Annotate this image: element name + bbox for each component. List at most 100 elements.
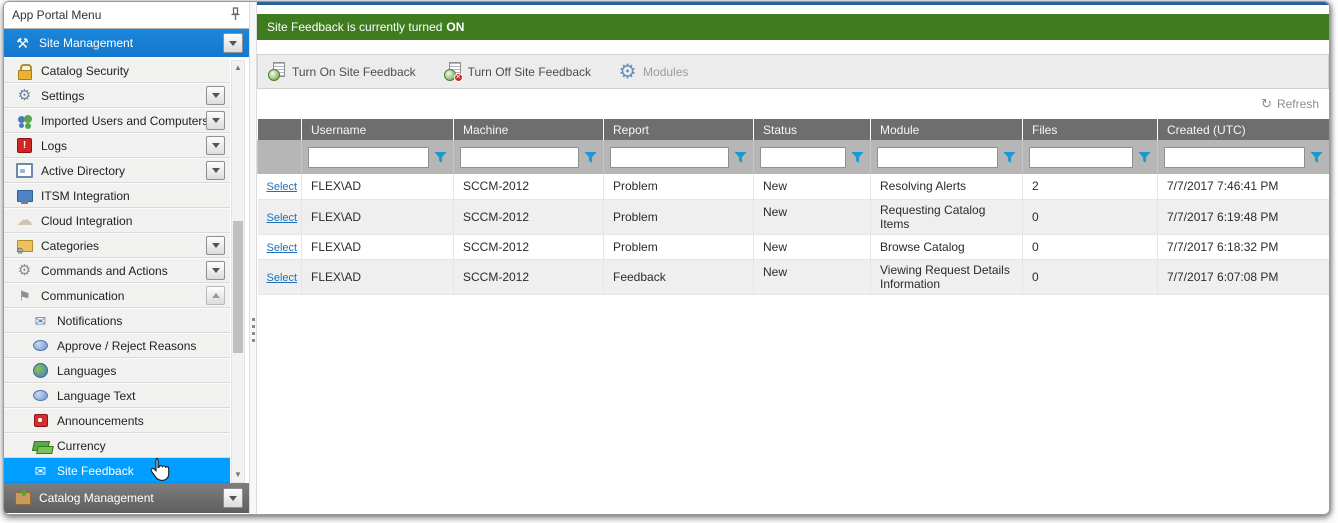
modules-gear-icon [619, 64, 636, 80]
module-filter-input[interactable] [877, 147, 998, 168]
filter-icon[interactable] [1138, 151, 1151, 164]
sidebar-item-imported-users-computers[interactable]: Imported Users and Computers [4, 108, 230, 133]
sidebar-item-language-text[interactable]: Language Text [4, 383, 230, 408]
cell-status: New [754, 174, 871, 199]
pin-icon[interactable] [230, 7, 241, 24]
logs-expand-button[interactable] [206, 136, 225, 155]
gear-icon [16, 263, 33, 279]
cell-report: Problem [604, 234, 754, 259]
settings-expand-button[interactable] [206, 86, 225, 105]
cell-report: Problem [604, 199, 754, 234]
column-header-status[interactable]: Status [754, 119, 871, 140]
sidebar-item-approve-reject-reasons[interactable]: Approve / Reject Reasons [4, 333, 230, 358]
splitter-grip[interactable] [252, 318, 255, 344]
report-filter-input[interactable] [610, 147, 729, 168]
cell-module: Browse Catalog [871, 234, 1023, 259]
username-filter-input[interactable] [308, 147, 429, 168]
refresh-link[interactable]: Refresh [1277, 97, 1319, 111]
sidebar-item-communication[interactable]: Communication [4, 283, 230, 308]
filter-row [258, 140, 1330, 174]
feedback-table: Username Machine Report Status Module Fi… [257, 119, 1329, 295]
alarm-icon [32, 413, 49, 429]
column-header-username[interactable]: Username [302, 119, 454, 140]
communication-collapse-button[interactable] [206, 286, 225, 305]
cell-report: Feedback [604, 259, 754, 294]
modules-button[interactable]: Modules [619, 64, 688, 80]
machine-filter-input[interactable] [460, 147, 579, 168]
site-management-collapse-button[interactable] [223, 33, 243, 53]
status-banner: Site Feedback is currently turned ON [257, 14, 1329, 40]
status-filter-input[interactable] [760, 147, 846, 168]
lock-icon [16, 63, 33, 79]
filter-icon[interactable] [851, 151, 864, 164]
cell-report: Problem [604, 174, 754, 199]
filter-icon[interactable] [584, 151, 597, 164]
cell-username: FLEX\AD [302, 259, 454, 294]
sidebar-item-currency[interactable]: Currency [4, 433, 230, 458]
table-row: Select FLEX\AD SCCM-2012 Problem New Res… [258, 174, 1330, 199]
filter-icon[interactable] [1310, 151, 1323, 164]
column-header-module[interactable]: Module [871, 119, 1023, 140]
sidebar-item-active-directory[interactable]: Active Directory [4, 158, 230, 183]
table-row: Select FLEX\AD SCCM-2012 Feedback New Vi… [258, 259, 1330, 294]
envelope-icon [32, 463, 49, 479]
active-directory-expand-button[interactable] [206, 161, 225, 180]
column-header-report[interactable]: Report [604, 119, 754, 140]
gear-icon [16, 88, 33, 104]
sidebar-group-catalog-management[interactable]: Catalog Management [4, 483, 249, 513]
select-link[interactable]: Select [267, 242, 298, 254]
cell-files: 0 [1023, 259, 1158, 294]
refresh-row: ↻ Refresh [257, 89, 1329, 119]
sidebar-scrollbar[interactable]: ▲ ▼ [231, 60, 245, 483]
column-header-machine[interactable]: Machine [454, 119, 604, 140]
commands-actions-expand-button[interactable] [206, 261, 225, 280]
imported-users-expand-button[interactable] [206, 111, 225, 130]
sidebar-items: Catalog Security Settings Imported Users… [4, 58, 230, 483]
cell-created: 7/7/2017 6:18:32 PM [1158, 234, 1330, 259]
filter-icon[interactable] [1003, 151, 1016, 164]
feedback-off-icon: ✕ [444, 62, 461, 81]
cell-module: Viewing Request Details Information [871, 259, 1023, 294]
select-link[interactable]: Select [267, 272, 298, 284]
sidebar-item-itsm-integration[interactable]: ITSM Integration [4, 183, 230, 208]
log-icon [16, 138, 33, 154]
sidebar-group-site-management[interactable]: Site Management [4, 29, 249, 57]
sidebar-item-notifications[interactable]: Notifications [4, 308, 230, 333]
categories-expand-button[interactable] [206, 236, 225, 255]
sidebar-item-settings[interactable]: Settings [4, 83, 230, 108]
turn-on-site-feedback-button[interactable]: Turn On Site Feedback [268, 62, 416, 81]
table-row: Select FLEX\AD SCCM-2012 Problem New Bro… [258, 234, 1330, 259]
cell-machine: SCCM-2012 [454, 259, 604, 294]
filter-icon[interactable] [734, 151, 747, 164]
sidebar-item-commands-actions[interactable]: Commands and Actions [4, 258, 230, 283]
column-header-files[interactable]: Files [1023, 119, 1158, 140]
sidebar-item-cloud-integration[interactable]: Cloud Integration [4, 208, 230, 233]
column-header-created[interactable]: Created (UTC) [1158, 119, 1330, 140]
sidebar-item-logs[interactable]: Logs [4, 133, 230, 158]
banner-text: Site Feedback is currently turned [267, 20, 442, 34]
cell-status: New [754, 259, 871, 294]
created-filter-input[interactable] [1164, 147, 1305, 168]
turn-off-site-feedback-button[interactable]: ✕ Turn Off Site Feedback [444, 62, 591, 81]
scroll-down-arrow[interactable]: ▼ [232, 468, 244, 482]
sidebar-item-announcements[interactable]: Announcements [4, 408, 230, 433]
scrollbar-thumb[interactable] [233, 221, 243, 353]
sidebar-item-catalog-security[interactable]: Catalog Security [4, 58, 230, 83]
select-link[interactable]: Select [267, 212, 298, 224]
monitor-icon [16, 188, 33, 204]
catalog-management-expand-button[interactable] [223, 488, 243, 508]
files-filter-input[interactable] [1029, 147, 1133, 168]
toolbar: Turn On Site Feedback ✕ Turn Off Site Fe… [257, 54, 1329, 89]
sidebar-item-categories[interactable]: Categories [4, 233, 230, 258]
select-link[interactable]: Select [267, 181, 298, 193]
cell-machine: SCCM-2012 [454, 199, 604, 234]
sidebar-title: App Portal Menu [12, 8, 230, 22]
sidebar-splitter[interactable] [249, 2, 257, 514]
filter-icon[interactable] [434, 151, 447, 164]
directory-card-icon [16, 163, 33, 179]
scroll-up-arrow[interactable]: ▲ [232, 61, 244, 75]
sidebar-item-site-feedback[interactable]: Site Feedback [4, 458, 230, 483]
cell-username: FLEX\AD [302, 174, 454, 199]
sidebar-item-languages[interactable]: Languages [4, 358, 230, 383]
screenshot-stage: App Portal Menu Site Management Catalog … [0, 0, 1338, 523]
